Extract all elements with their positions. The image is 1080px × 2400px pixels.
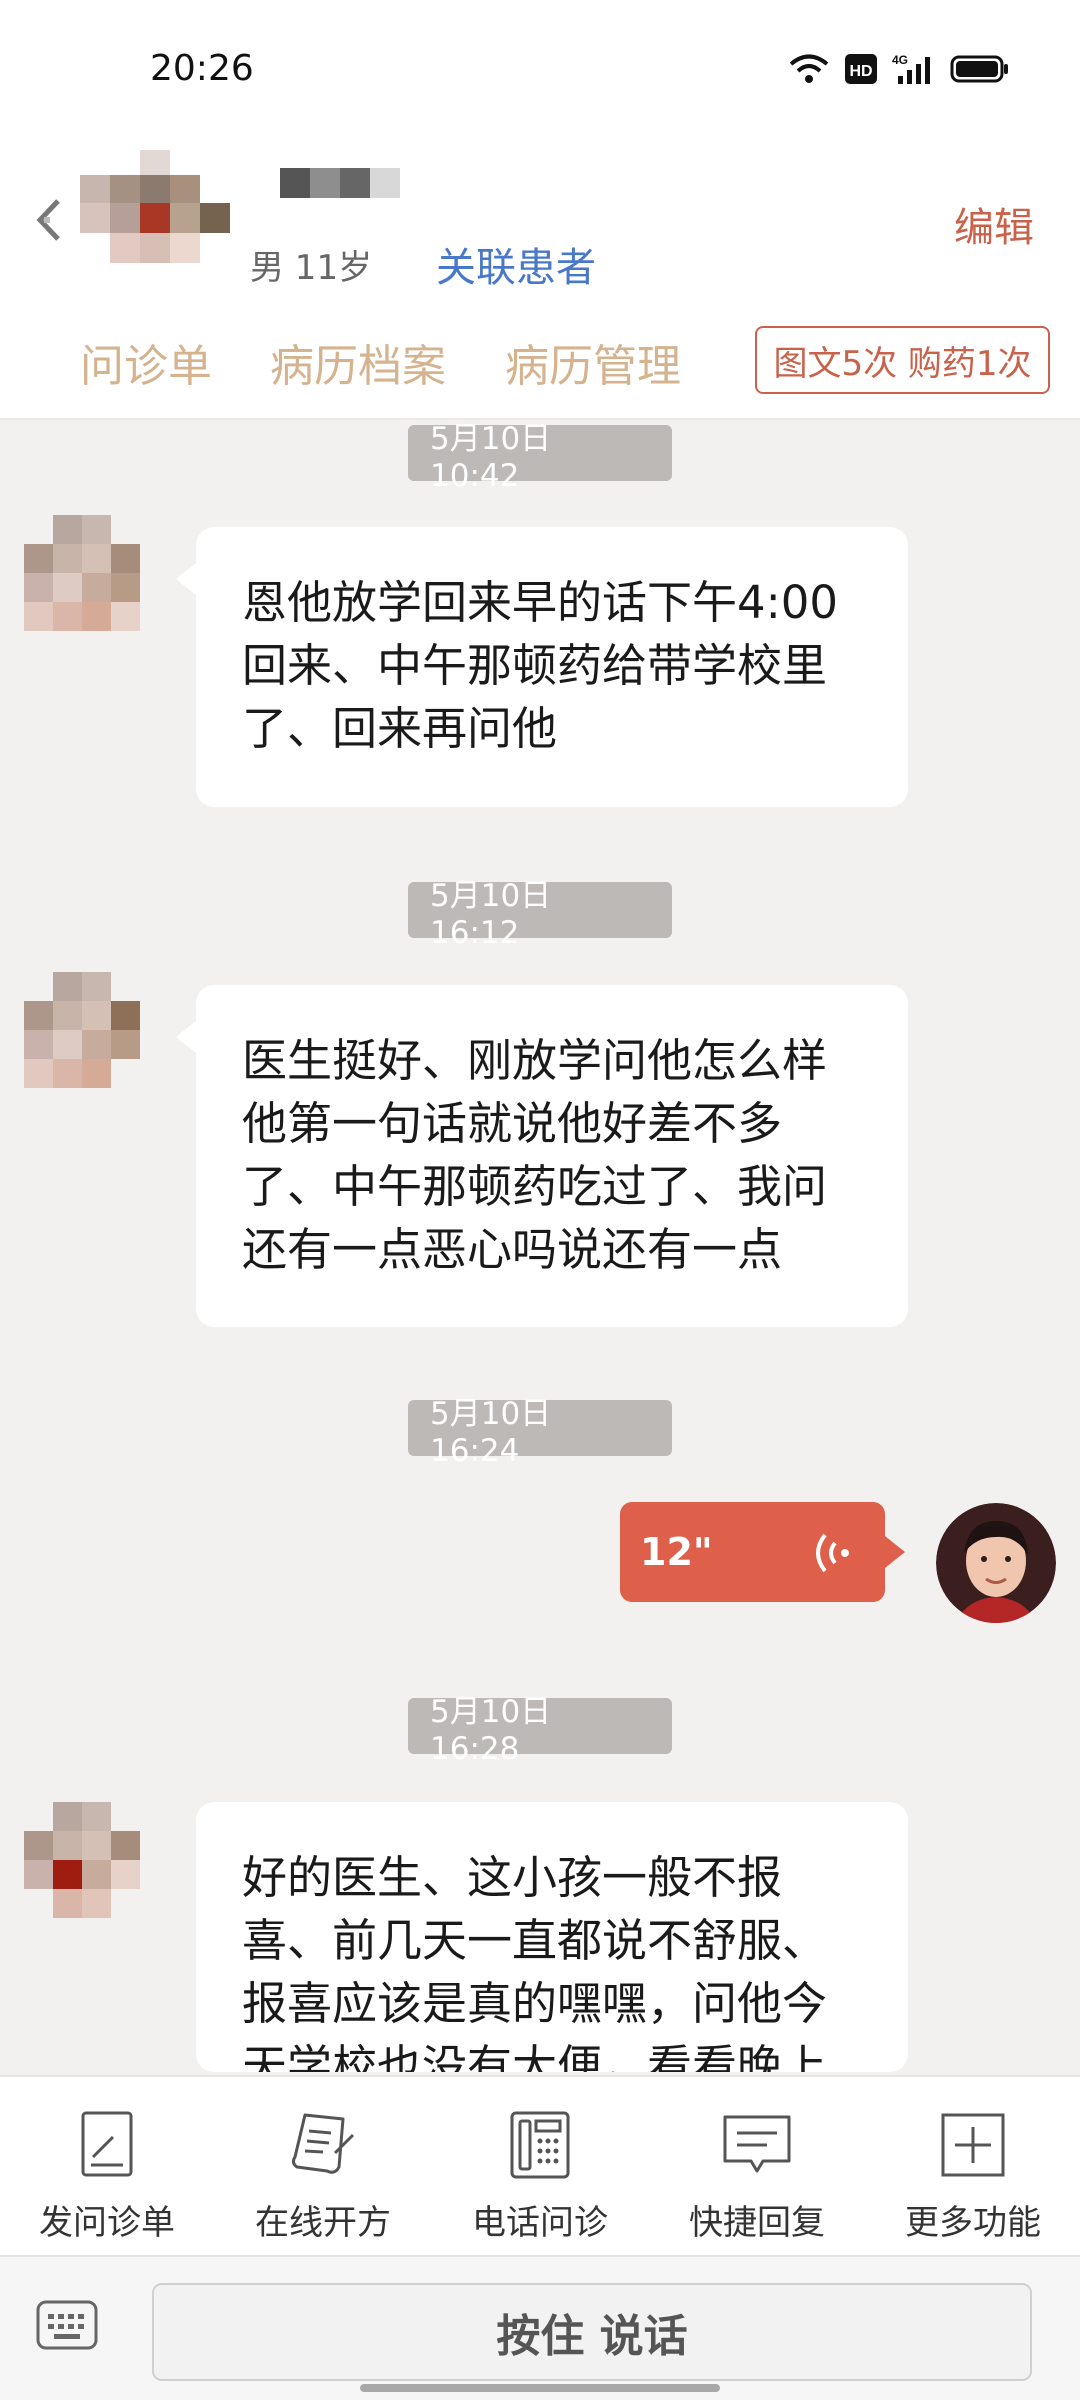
tool-label: 更多功能 xyxy=(905,2203,1041,2243)
signal-icon: 4G xyxy=(892,53,930,84)
hd-label: HD xyxy=(849,63,872,80)
message-bubble[interactable]: 好的医生、这小孩一般不报喜、前几天一直都说不舒服、报喜应该是真的嘿嘿，问他今天学… xyxy=(196,1802,908,2072)
patient-name-blurred xyxy=(280,168,400,198)
tab-record-management[interactable]: 病历管理 xyxy=(505,330,681,394)
tool-label: 电话问诊 xyxy=(472,2203,608,2243)
tool-label: 快捷回复 xyxy=(689,2203,825,2243)
online-prescription-button[interactable]: 在线开方 xyxy=(233,2095,413,2245)
wifi-icon xyxy=(789,54,829,83)
prescription-icon xyxy=(291,2113,355,2174)
link-patient-link[interactable]: 关联患者 xyxy=(436,235,596,293)
voice-wave-icon xyxy=(816,1533,849,1573)
patient-gender-age: 男 11岁 xyxy=(250,248,373,288)
phone-consult-button[interactable]: 电话问诊 xyxy=(450,2095,630,2245)
edit-button[interactable]: 编辑 xyxy=(954,195,1034,253)
hd-icon: HD xyxy=(845,54,877,84)
network-label: 4G xyxy=(892,53,908,67)
message-timestamp: 5月10日 16:24 xyxy=(408,1396,672,1469)
battery-icon xyxy=(950,55,1008,83)
message-timestamp: 5月10日 16:28 xyxy=(408,1694,672,1767)
doctor-avatar[interactable] xyxy=(936,1503,1056,1623)
form-icon xyxy=(81,2111,133,2177)
more-functions-button[interactable]: 更多功能 xyxy=(883,2095,1063,2245)
home-indicator[interactable] xyxy=(360,2384,720,2392)
hold-to-talk-button[interactable]: 按住 说话 xyxy=(152,2283,1032,2381)
patient-avatar[interactable] xyxy=(80,150,230,285)
message-timestamp: 5月10日 10:42 xyxy=(408,421,672,494)
status-icons: HD 4G xyxy=(788,52,1010,86)
plus-icon xyxy=(941,2113,1005,2177)
patient-chat-avatar[interactable] xyxy=(24,1802,140,1918)
status-time: 20:26 xyxy=(150,48,254,89)
message-bubble[interactable]: 恩他放学回来早的话下午4:00回来、中午那顿药给带学校里了、回来再问他 xyxy=(176,527,908,807)
tab-medical-records[interactable]: 病历档案 xyxy=(270,330,446,394)
patient-chat-avatar[interactable] xyxy=(24,972,140,1088)
patient-chat-avatar[interactable] xyxy=(24,515,140,631)
send-consult-form-button[interactable]: 发问诊单 xyxy=(17,2095,197,2245)
tool-label: 发问诊单 xyxy=(39,2203,175,2243)
keyboard-icon[interactable] xyxy=(36,2300,98,2350)
tool-label: 在线开方 xyxy=(255,2203,391,2243)
quick-reply-button[interactable]: 快捷回复 xyxy=(667,2095,847,2245)
voice-duration: 12" xyxy=(640,1530,713,1574)
quick-reply-icon xyxy=(723,2115,791,2173)
message-bubble[interactable]: 医生挺好、刚放学问他怎么样他第一句话就说他好差不多了、中午那顿药吃过了、我问还有… xyxy=(176,985,908,1327)
service-quota-badge[interactable]: 图文5次 购药1次 xyxy=(755,326,1050,394)
voice-message-bubble[interactable]: 12" xyxy=(620,1502,905,1602)
phone-icon xyxy=(510,2111,570,2179)
back-icon[interactable] xyxy=(30,195,70,245)
tab-consult-form[interactable]: 问诊单 xyxy=(80,330,212,394)
message-timestamp: 5月10日 16:12 xyxy=(408,878,672,951)
